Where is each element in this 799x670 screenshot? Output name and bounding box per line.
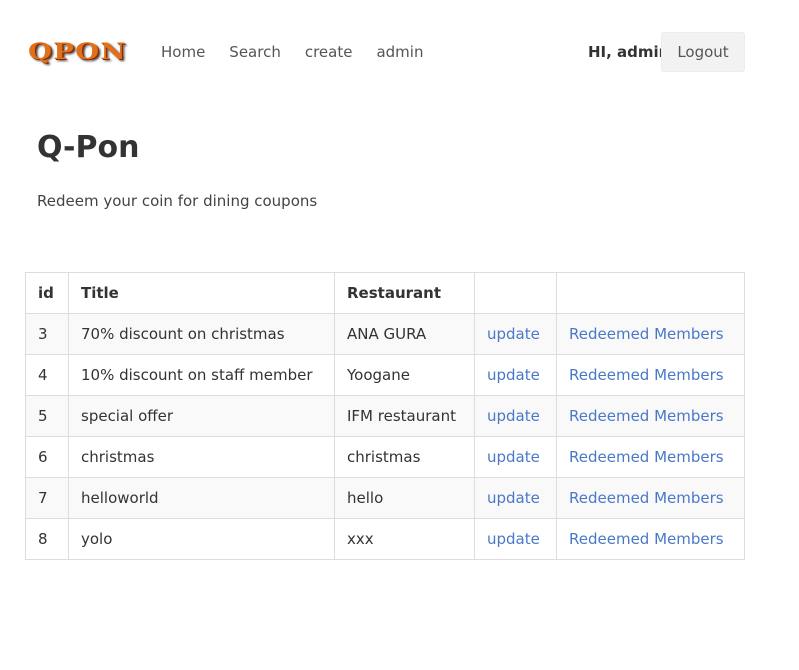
- cell-id: 4: [25, 354, 69, 396]
- nav-link-admin[interactable]: admin: [376, 42, 423, 62]
- redeemed-members-link[interactable]: Redeemed Members: [569, 325, 724, 343]
- cell-restaurant: christmas: [334, 436, 475, 478]
- header-title: Title: [68, 272, 335, 314]
- cell-members: Redeemed Members: [556, 395, 745, 437]
- table-header: id Title Restaurant: [25, 272, 745, 314]
- table-header-row: id Title Restaurant: [25, 272, 745, 314]
- cell-id: 3: [25, 313, 69, 355]
- update-link[interactable]: update: [487, 448, 540, 466]
- cell-title: helloworld: [68, 477, 335, 519]
- nav-link-home[interactable]: Home: [161, 42, 205, 62]
- page-subtitle: Redeem your coin for dining coupons: [37, 192, 318, 210]
- header-id: id: [25, 272, 69, 314]
- cell-title: christmas: [68, 436, 335, 478]
- cell-restaurant: Yoogane: [334, 354, 475, 396]
- cell-restaurant: ANA GURA: [334, 313, 475, 355]
- redeemed-members-link[interactable]: Redeemed Members: [569, 489, 724, 507]
- cell-update: update: [474, 395, 557, 437]
- update-link[interactable]: update: [487, 407, 540, 425]
- cell-members: Redeemed Members: [556, 477, 745, 519]
- cell-id: 7: [25, 477, 69, 519]
- cell-members: Redeemed Members: [556, 518, 745, 560]
- update-link[interactable]: update: [487, 530, 540, 548]
- cell-restaurant: hello: [334, 477, 475, 519]
- table-row: 7 helloworld hello update Redeemed Membe…: [25, 477, 745, 519]
- navbar: QPON Home Search create admin HI, admin …: [0, 0, 799, 105]
- table-row: 8 yolo xxx update Redeemed Members: [25, 518, 745, 560]
- update-link[interactable]: update: [487, 366, 540, 384]
- cell-id: 5: [25, 395, 69, 437]
- update-link[interactable]: update: [487, 489, 540, 507]
- page-title: Q-Pon: [37, 130, 140, 165]
- cell-update: update: [474, 518, 557, 560]
- header-update: [474, 272, 557, 314]
- nav-links: Home Search create admin: [161, 42, 447, 62]
- nav-link-search[interactable]: Search: [229, 42, 281, 62]
- header-restaurant: Restaurant: [334, 272, 475, 314]
- coupons-table: id Title Restaurant 3 70% discount on ch…: [25, 272, 745, 560]
- cell-title: special offer: [68, 395, 335, 437]
- update-link[interactable]: update: [487, 325, 540, 343]
- cell-title: yolo: [68, 518, 335, 560]
- table-body: 3 70% discount on christmas ANA GURA upd…: [25, 313, 745, 560]
- cell-restaurant: xxx: [334, 518, 475, 560]
- table-row: 6 christmas christmas update Redeemed Me…: [25, 436, 745, 478]
- cell-members: Redeemed Members: [556, 354, 745, 396]
- redeemed-members-link[interactable]: Redeemed Members: [569, 407, 724, 425]
- cell-id: 8: [25, 518, 69, 560]
- redeemed-members-link[interactable]: Redeemed Members: [569, 366, 724, 384]
- cell-id: 6: [25, 436, 69, 478]
- redeemed-members-link[interactable]: Redeemed Members: [569, 448, 724, 466]
- cell-title: 10% discount on staff member: [68, 354, 335, 396]
- table-row: 3 70% discount on christmas ANA GURA upd…: [25, 313, 745, 355]
- cell-update: update: [474, 477, 557, 519]
- table-row: 4 10% discount on staff member Yoogane u…: [25, 354, 745, 396]
- header-members: [556, 272, 745, 314]
- redeemed-members-link[interactable]: Redeemed Members: [569, 530, 724, 548]
- cell-update: update: [474, 436, 557, 478]
- logout-button[interactable]: Logout: [661, 32, 745, 72]
- cell-members: Redeemed Members: [556, 313, 745, 355]
- user-greeting: HI, admin: [588, 43, 670, 61]
- nav-link-create[interactable]: create: [305, 42, 353, 62]
- cell-update: update: [474, 354, 557, 396]
- cell-update: update: [474, 313, 557, 355]
- cell-title: 70% discount on christmas: [68, 313, 335, 355]
- cell-members: Redeemed Members: [556, 436, 745, 478]
- cell-restaurant: IFM restaurant: [334, 395, 475, 437]
- table-row: 5 special offer IFM restaurant update Re…: [25, 395, 745, 437]
- qpon-logo[interactable]: QPON: [28, 40, 127, 64]
